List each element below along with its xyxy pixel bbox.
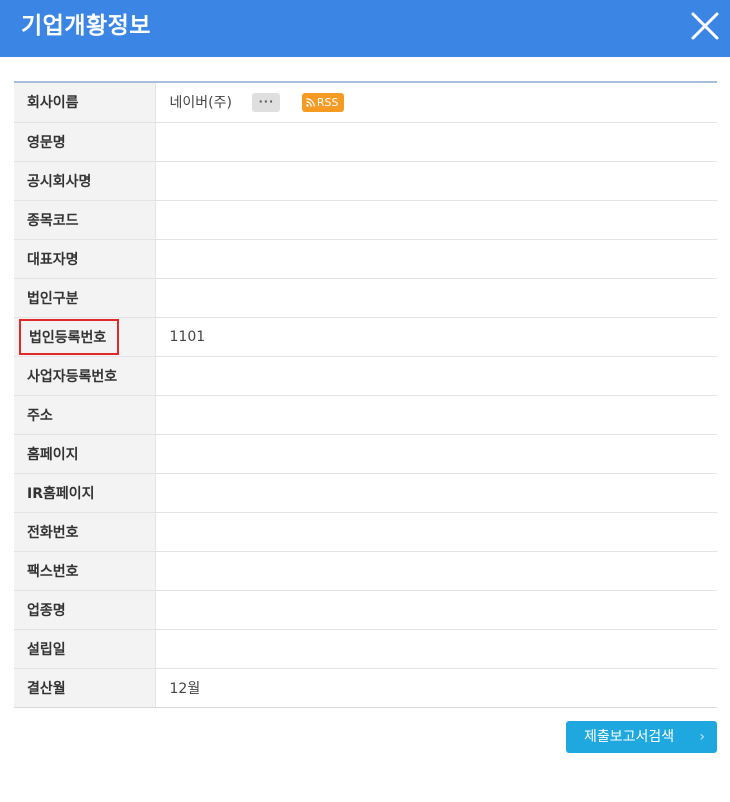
row-value: [155, 122, 717, 162]
table-row: 영문명: [14, 122, 717, 162]
row-label: 설립일: [14, 629, 156, 669]
rss-icon: [306, 97, 315, 107]
row-label: 팩스번호: [14, 551, 156, 591]
row-label: 법인구분: [14, 278, 156, 318]
table-row: 법인등록번호 1101: [14, 317, 717, 357]
row-value: [155, 512, 717, 552]
row-label: 주소: [14, 395, 156, 435]
row-value: [155, 473, 717, 513]
table-row: 대표자명: [14, 239, 717, 279]
row-value: [155, 356, 717, 396]
row-value: 12월: [155, 668, 717, 708]
row-value: [155, 278, 717, 318]
row-label: 공시회사명: [14, 161, 156, 201]
close-icon[interactable]: [689, 10, 721, 42]
filing-search-label: 제출보고서검색: [584, 729, 675, 745]
table-row: 홈페이지: [14, 434, 717, 474]
table-row: 팩스번호: [14, 551, 717, 591]
table-row: IR홈페이지: [14, 473, 717, 513]
row-label: 업종명: [14, 590, 156, 630]
row-value: [155, 434, 717, 474]
table-row: 회사이름 네이버(주) ··· RSS: [14, 83, 717, 123]
chevron-right-icon: ›: [699, 729, 705, 745]
row-value: [155, 629, 717, 669]
row-value: [155, 239, 717, 279]
table-row: 업종명: [14, 590, 717, 630]
table-row: 종목코드: [14, 200, 717, 240]
table-row: 법인구분: [14, 278, 717, 318]
table-row: 결산월 12월: [14, 668, 717, 708]
row-label: 영문명: [14, 122, 156, 162]
row-label: 사업자등록번호: [14, 356, 156, 396]
table-row: 전화번호: [14, 512, 717, 552]
row-label: 홈페이지: [14, 434, 156, 474]
row-value: [155, 590, 717, 630]
row-label: 대표자명: [14, 239, 156, 279]
row-label-corp-reg-number: 법인등록번호: [14, 317, 156, 357]
table-row: 공시회사명: [14, 161, 717, 201]
table-row: 주소: [14, 395, 717, 435]
row-label: 전화번호: [14, 512, 156, 552]
table-row: 사업자등록번호: [14, 356, 717, 396]
highlight-box: 법인등록번호: [19, 318, 120, 355]
row-value: [155, 395, 717, 435]
dialog-title: 기업개황정보: [21, 13, 151, 39]
rss-button[interactable]: RSS: [301, 92, 345, 112]
filing-search-button[interactable]: 제출보고서검색 ›: [566, 721, 717, 753]
table-row: 설립일: [14, 629, 717, 669]
dialog-header: 기업개황정보: [0, 0, 730, 57]
company-info-table: 회사이름 네이버(주) ··· RSS 영문명 공시회사명 종목코드 대표자명 …: [14, 81, 717, 708]
row-label: 종목코드: [14, 200, 156, 240]
more-button[interactable]: ···: [252, 92, 281, 112]
company-name-value: 네이버(주): [169, 95, 232, 112]
row-value: [155, 551, 717, 591]
row-label: 결산월: [14, 668, 156, 708]
row-value-company-name: 네이버(주) ··· RSS: [155, 83, 717, 123]
row-value: 1101: [155, 317, 717, 357]
row-value: [155, 200, 717, 240]
row-label-company-name: 회사이름: [14, 83, 156, 123]
rss-label: RSS: [316, 95, 339, 109]
row-value: [155, 161, 717, 201]
row-label: IR홈페이지: [14, 473, 156, 513]
